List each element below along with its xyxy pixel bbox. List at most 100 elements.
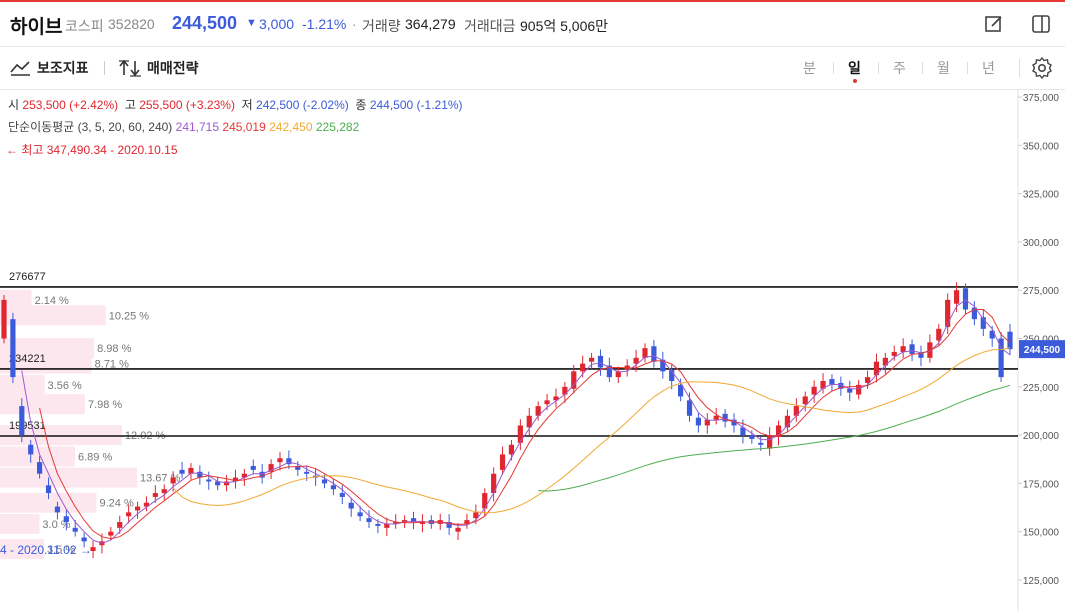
high-value: 255,500 (+3.23%) bbox=[139, 98, 235, 112]
candle-body bbox=[455, 527, 461, 532]
candle-body bbox=[304, 471, 310, 474]
close-label: 종 bbox=[355, 98, 367, 112]
ma3-value: 241,715 bbox=[175, 120, 220, 134]
candle-body bbox=[499, 454, 506, 470]
candle-body bbox=[330, 485, 336, 490]
settings-gear-icon[interactable] bbox=[1031, 56, 1053, 80]
high-label: 고 bbox=[124, 98, 136, 112]
candle-body bbox=[651, 346, 657, 362]
period-week[interactable]: 주 bbox=[893, 58, 906, 78]
candle-body bbox=[953, 290, 960, 304]
candle-body bbox=[134, 506, 141, 511]
y-tick-label: 175,000 bbox=[1023, 479, 1060, 490]
candle-body bbox=[45, 485, 52, 494]
ohlc-row: 시 253,500 (+2.42%) 고 255,500 (+3.23%) 저 … bbox=[8, 96, 463, 113]
panel-toggle-icon[interactable] bbox=[1031, 14, 1051, 34]
volume-profile-bar bbox=[0, 374, 45, 395]
candle-body bbox=[847, 388, 853, 393]
change-arrow-icon: ▼ bbox=[246, 17, 257, 29]
candle-body bbox=[900, 346, 906, 353]
volume-profile-bar bbox=[0, 467, 137, 488]
candle-body bbox=[357, 512, 363, 517]
period-month[interactable]: 월 bbox=[937, 58, 950, 78]
period-divider bbox=[967, 62, 968, 74]
ma20-value: 242,450 bbox=[269, 120, 313, 134]
ma5-line bbox=[39, 309, 1011, 540]
indicator-button[interactable]: 보조지표 bbox=[10, 57, 89, 79]
ma60-line bbox=[538, 384, 1011, 492]
low-value: 242,500 (-2.02%) bbox=[256, 98, 349, 112]
candle-body bbox=[321, 479, 328, 484]
trade-value-label: 거래대금 bbox=[464, 18, 516, 34]
candle-body bbox=[802, 396, 808, 405]
candle-body bbox=[1, 299, 7, 339]
ma-row: 단순이동평균 (3, 5, 20, 60, 240) 241,715 245,0… bbox=[8, 118, 359, 135]
candle-body bbox=[28, 444, 34, 455]
candle-body bbox=[384, 523, 390, 528]
candle-body bbox=[366, 518, 372, 523]
candle-body bbox=[179, 469, 185, 474]
candle-body bbox=[54, 506, 61, 513]
candle-body bbox=[695, 417, 702, 426]
candle-body bbox=[686, 400, 693, 416]
candle-body bbox=[758, 442, 764, 445]
open-label: 시 bbox=[8, 98, 20, 112]
candle-body bbox=[767, 435, 773, 449]
period-year[interactable]: 년 bbox=[982, 58, 995, 78]
candle-body bbox=[544, 400, 550, 405]
level-label: 276677 bbox=[9, 271, 46, 283]
period-divider bbox=[833, 62, 834, 74]
strategy-label: 매매전략 bbox=[147, 60, 199, 76]
candlestick-chart[interactable]: 375,000350,000325,000300,000275,000250,0… bbox=[0, 90, 1065, 611]
toolbar-divider bbox=[104, 61, 105, 75]
close-value: 244,500 (-1.21%) bbox=[369, 98, 463, 112]
y-tick-label: 125,000 bbox=[1023, 576, 1060, 587]
candle-body bbox=[571, 371, 577, 389]
candle-body bbox=[117, 522, 123, 528]
volume-profile-label: 2.14 % bbox=[35, 295, 69, 307]
volume-profile-label: 6.89 % bbox=[78, 451, 112, 463]
strategy-button[interactable]: 매매전략 bbox=[118, 57, 199, 79]
candle-body bbox=[713, 415, 719, 420]
volume-profile-label: 7.98 % bbox=[88, 399, 122, 411]
candle-body bbox=[37, 462, 43, 474]
stock-name: 하이브 bbox=[10, 17, 63, 38]
candle-body bbox=[63, 516, 69, 523]
y-tick-label: 150,000 bbox=[1023, 528, 1060, 539]
candle-body bbox=[508, 444, 515, 455]
volume-profile-label: 10.25 % bbox=[109, 310, 150, 322]
y-tick-label: 275,000 bbox=[1023, 286, 1060, 297]
y-tick-label: 300,000 bbox=[1023, 238, 1060, 249]
volume-profile-bar bbox=[0, 513, 40, 534]
candle-body bbox=[161, 489, 167, 494]
period-day[interactable]: 일 bbox=[848, 58, 861, 78]
candle-body bbox=[152, 493, 158, 497]
candle-body bbox=[864, 377, 871, 383]
candle-body bbox=[81, 537, 87, 542]
ma-label: 단순이동평균 (3, 5, 20, 60, 240) bbox=[8, 120, 173, 134]
candle-body bbox=[909, 344, 915, 354]
candle-body bbox=[250, 466, 256, 470]
edit-icon[interactable] bbox=[984, 14, 1004, 34]
candle-body bbox=[375, 523, 381, 526]
stock-code: 352820 bbox=[108, 16, 155, 32]
y-tick-label: 225,000 bbox=[1023, 383, 1060, 394]
chart-area[interactable]: 375,000 350,000 325,000 300,000 275,000 250,0… bbox=[0, 90, 1065, 611]
all-time-high-label: ← 최고 347,490.34 - 2020.10.15 bbox=[6, 143, 178, 157]
trend-icon bbox=[10, 60, 32, 76]
candle-body bbox=[170, 477, 176, 484]
active-period-dot bbox=[853, 79, 857, 83]
ma60-value: 225,282 bbox=[315, 120, 360, 134]
candle-body bbox=[206, 479, 212, 482]
candle-body bbox=[962, 288, 969, 310]
candle-body bbox=[588, 357, 595, 362]
price-change: 3,000 bbox=[259, 16, 295, 32]
candle-body bbox=[891, 352, 897, 356]
current-price: 244,500 bbox=[172, 13, 238, 33]
candle-body bbox=[517, 425, 523, 443]
candle-body bbox=[277, 458, 283, 463]
period-minute[interactable]: 분 bbox=[803, 58, 816, 78]
y-tick-label: 200,000 bbox=[1023, 431, 1060, 442]
candle-body bbox=[108, 531, 114, 536]
candle-body bbox=[10, 319, 16, 378]
